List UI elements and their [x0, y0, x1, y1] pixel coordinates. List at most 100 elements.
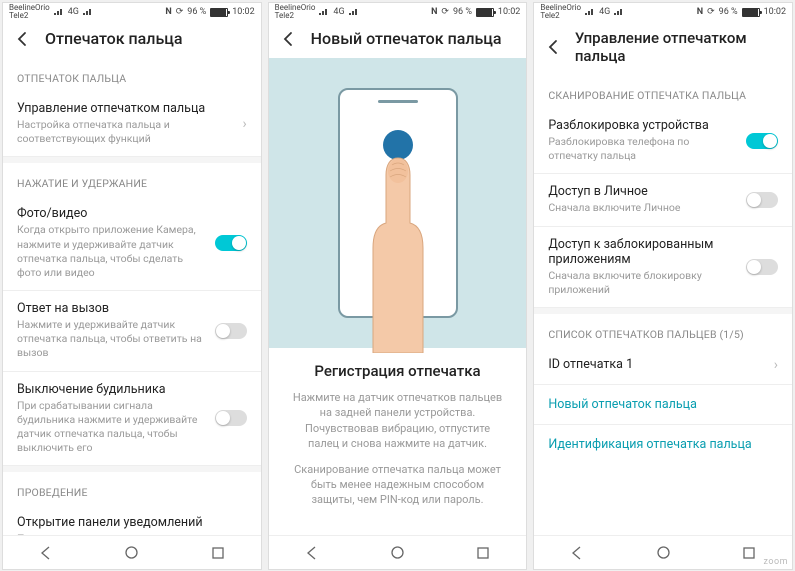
signal-icon — [319, 8, 329, 16]
item-sub: Настройка отпечатка пальца и соответству… — [17, 118, 234, 146]
safe-toggle[interactable] — [746, 192, 778, 208]
nav-home-icon[interactable] — [123, 544, 141, 562]
back-icon[interactable] — [13, 30, 31, 48]
header: Управление отпечатком пальца — [534, 21, 792, 75]
new-fingerprint-link[interactable]: Новый отпечаток пальца — [534, 385, 792, 425]
photo-video-item[interactable]: Фото/видео Когда открыто приложение Каме… — [3, 196, 261, 291]
item-sub: При срабатывании сигнала будильника нажм… — [17, 399, 207, 456]
battery-icon — [476, 8, 494, 17]
battery-pct: 96 % — [453, 7, 472, 17]
manage-fingerprint-item[interactable]: Управление отпечатком пальца Настройка о… — [3, 91, 261, 157]
item-title: Доступ в Личное — [548, 184, 738, 199]
sync-icon: ⟳ — [176, 7, 184, 17]
content: Регистрация отпечатка Нажмите на датчик … — [269, 58, 527, 535]
nfc-icon: N — [165, 7, 171, 17]
safe-access-item[interactable]: Доступ в Личное Сначала включите Личное — [534, 174, 792, 226]
clock: 10:02 — [498, 7, 520, 17]
navbar — [3, 535, 261, 569]
alarm-off-item[interactable]: Выключение будильника При срабатывании с… — [3, 372, 261, 467]
registration-instruction: Нажмите на датчик отпечатков пальцев на … — [289, 390, 507, 452]
notif-panel-item[interactable]: Открытие панели уведомлений Проведите вн… — [3, 505, 261, 535]
item-title: Открытие панели уведомлений — [17, 515, 207, 530]
item-title: Разблокировка устройства — [548, 118, 738, 133]
nav-back-icon[interactable] — [303, 544, 321, 562]
nav-recent-icon[interactable] — [740, 544, 758, 562]
finger-icon — [368, 153, 428, 353]
page-title: Отпечаток пальца — [45, 29, 183, 48]
clock: 10:02 — [764, 7, 786, 17]
screen-manage-fingerprint: BeelineOrio Tele2 4G N ⟳ 96 % 10:02 Упра… — [533, 2, 793, 570]
signal-icon — [54, 8, 64, 16]
registration-warning: Сканирование отпечатка пальца может быть… — [289, 462, 507, 508]
page-title: Управление отпечатком пальца — [575, 29, 782, 65]
nav-home-icon[interactable] — [389, 544, 407, 562]
carrier-label: BeelineOrio Tele2 — [9, 4, 50, 20]
signal-icon — [614, 8, 624, 16]
carrier-label: BeelineOrio Tele2 — [540, 4, 581, 20]
unlock-toggle[interactable] — [746, 133, 778, 149]
signal-icon — [585, 8, 595, 16]
screen-fingerprint-settings: BeelineOrio Tele2 4G N ⟳ 96 % 10:02 Отпе… — [2, 2, 262, 570]
sync-icon: ⟳ — [707, 7, 715, 17]
battery-pct: 96 % — [719, 7, 738, 17]
nav-recent-icon[interactable] — [474, 544, 492, 562]
signal-icon — [349, 8, 359, 16]
item-title: Доступ к заблокированным приложениям — [548, 237, 738, 267]
page-title: Новый отпечаток пальца — [311, 29, 502, 48]
nav-recent-icon[interactable] — [209, 544, 227, 562]
battery-icon — [210, 8, 228, 17]
signal-icon — [83, 8, 93, 16]
header: Новый отпечаток пальца — [269, 21, 527, 58]
carrier-label: BeelineOrio Tele2 — [275, 4, 316, 20]
chevron-right-icon: › — [242, 116, 246, 132]
sync-icon: ⟳ — [441, 7, 449, 17]
photo-toggle[interactable] — [215, 235, 247, 251]
battery-pct: 96 % — [187, 7, 206, 17]
answer-toggle[interactable] — [215, 323, 247, 339]
statusbar: BeelineOrio Tele2 4G N ⟳ 96 % 10:02 — [3, 3, 261, 21]
nfc-icon: N — [697, 7, 703, 17]
alarm-toggle[interactable] — [215, 410, 247, 426]
screen-new-fingerprint: BeelineOrio Tele2 4G N ⟳ 96 % 10:02 Новы… — [268, 2, 528, 570]
nav-back-icon[interactable] — [37, 544, 55, 562]
network-label: 4G — [599, 7, 610, 17]
network-label: 4G — [68, 7, 79, 17]
nfc-icon: N — [431, 7, 437, 17]
unlock-device-item[interactable]: Разблокировка устройства Разблокировка т… — [534, 108, 792, 174]
item-sub: Когда открыто приложение Камера, нажмите… — [17, 223, 207, 280]
section-header-list: СПИСОК ОТПЕЧАТКОВ ПАЛЬЦЕВ (1/5) — [534, 314, 792, 347]
watermark: zoom — [763, 557, 788, 567]
answer-call-item[interactable]: Ответ на вызов Нажмите и удерживайте дат… — [3, 291, 261, 372]
identify-fingerprint-link[interactable]: Идентификация отпечатка пальца — [534, 425, 792, 464]
item-title: Выключение будильника — [17, 382, 207, 397]
chevron-right-icon: › — [774, 357, 778, 373]
nav-home-icon[interactable] — [654, 544, 672, 562]
item-title: Фото/видео — [17, 206, 207, 221]
content: СКАНИРОВАНИЕ ОТПЕЧАТКА ПАЛЬЦА Разблокиро… — [534, 75, 792, 535]
section-header-scan: СКАНИРОВАНИЕ ОТПЕЧАТКА ПАЛЬЦА — [534, 75, 792, 108]
navbar — [269, 535, 527, 569]
statusbar: BeelineOrio Tele2 4G N ⟳ 96 % 10:02 — [269, 3, 527, 21]
section-header-swipe: ПРОВЕДЕНИЕ — [3, 472, 261, 505]
back-icon[interactable] — [279, 30, 297, 48]
registration-text: Регистрация отпечатка Нажмите на датчик … — [269, 348, 527, 532]
clock: 10:02 — [232, 7, 254, 17]
item-sub: Разблокировка телефона по отпечатку паль… — [548, 135, 738, 163]
header: Отпечаток пальца — [3, 21, 261, 58]
item-title: Управление отпечатком пальца — [17, 101, 234, 116]
content: ОТПЕЧАТОК ПАЛЬЦА Управление отпечатком п… — [3, 58, 261, 535]
item-sub: Сначала включите блокировку приложений — [548, 269, 738, 297]
battery-icon — [742, 8, 760, 17]
section-header-fp: ОТПЕЧАТОК ПАЛЬЦА — [3, 58, 261, 91]
item-sub: Нажмите и удерживайте датчик отпечатка п… — [17, 318, 207, 361]
registration-title: Регистрация отпечатка — [289, 362, 507, 380]
item-title: ID отпечатка 1 — [548, 357, 765, 372]
nav-back-icon[interactable] — [568, 544, 586, 562]
back-icon[interactable] — [544, 38, 561, 56]
applock-item[interactable]: Доступ к заблокированным приложениям Сна… — [534, 227, 792, 308]
navbar — [534, 535, 792, 569]
item-sub: Сначала включите Личное — [548, 201, 738, 215]
network-label: 4G — [333, 7, 344, 17]
applock-toggle[interactable] — [746, 259, 778, 275]
fingerprint-entry-1[interactable]: ID отпечатка 1 › — [534, 347, 792, 385]
